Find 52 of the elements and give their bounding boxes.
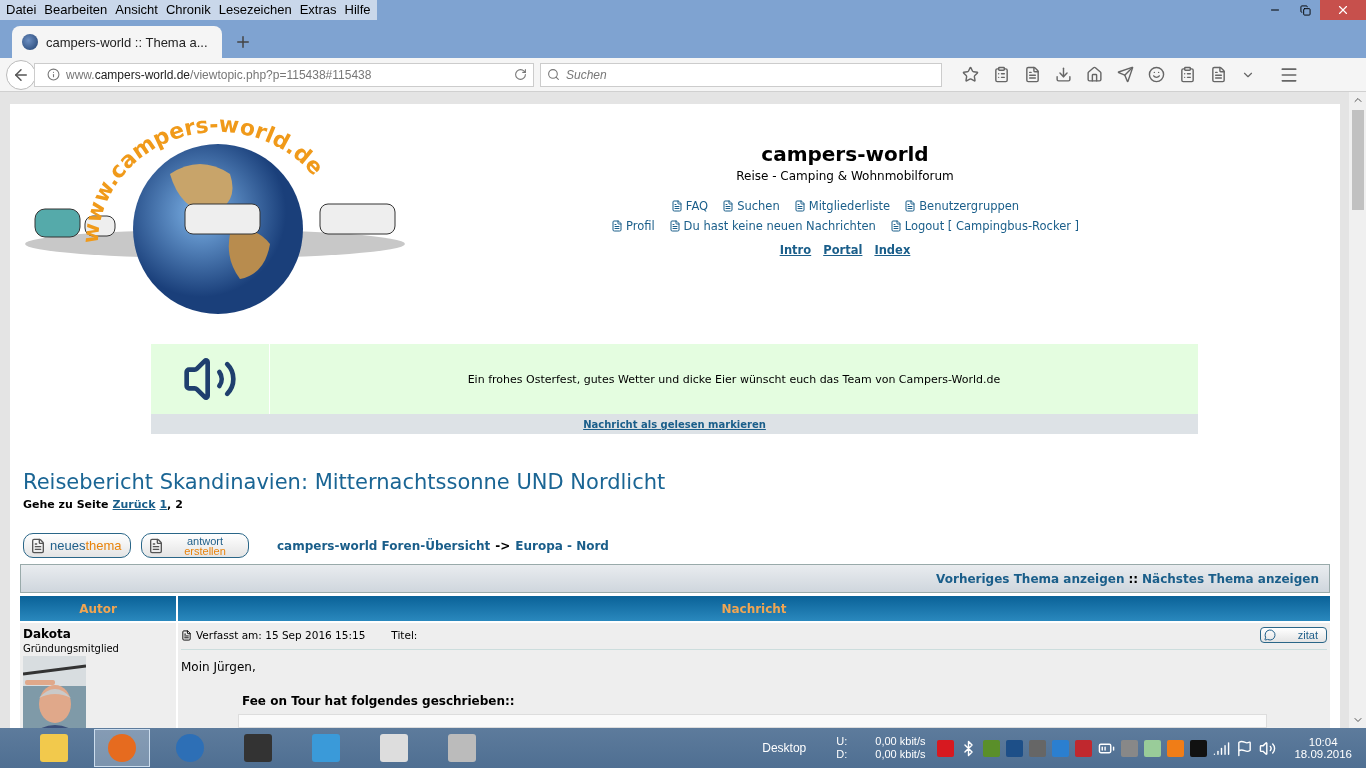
address-field[interactable]: www.campers-world.de/viewtopic.php?p=115438#115438 xyxy=(34,62,534,87)
breadcrumb-arrow: -> xyxy=(495,538,511,553)
page-separator: , xyxy=(167,498,172,511)
menu-item[interactable]: Lesezeichen xyxy=(214,0,296,20)
quote-header: Fee on Tour hat folgendes geschrieben:: xyxy=(242,694,516,708)
pagination-label: Gehe zu Seite xyxy=(23,498,109,511)
previous-topic-link[interactable]: Vorheriges Thema anzeigen xyxy=(936,571,1125,586)
menu-item[interactable]: Chronik xyxy=(161,0,215,20)
nav-link[interactable]: Suchen xyxy=(722,199,780,213)
nav-link[interactable]: Mitgliederliste xyxy=(793,199,891,213)
browser-tab[interactable]: campers-world :: Thema a... xyxy=(12,26,222,58)
new-topic-button[interactable]: neuesthema xyxy=(23,533,131,558)
site-subtitle: Reise - Camping & Wohnmobilforum xyxy=(736,169,954,183)
nav-link[interactable]: FAQ xyxy=(670,199,709,213)
menu-item[interactable]: Hilfe xyxy=(340,0,375,20)
nav-separator: :: xyxy=(1128,571,1139,586)
nav-link[interactable]: Intro xyxy=(779,243,812,257)
nav-link[interactable]: Portal xyxy=(823,243,863,257)
author-name: Dakota xyxy=(23,627,72,641)
upload-label: U: xyxy=(836,735,848,748)
reply-button[interactable]: antwort erstellen xyxy=(141,533,249,558)
topic-title[interactable]: Reisebericht Skandinavien: Mitternachtssonne UND Nordlicht xyxy=(20,470,1330,494)
author-rank: Gründungsmitglied xyxy=(23,643,120,654)
quote-button[interactable]: zitat xyxy=(1260,627,1327,643)
clock[interactable]: 10:04 18.09.2016 xyxy=(1294,736,1352,760)
menu-item[interactable]: Extras xyxy=(295,0,341,20)
desktop-toolbar-label[interactable]: Desktop xyxy=(762,741,807,755)
menu-item[interactable]: Datei xyxy=(2,0,41,20)
announcement-text: Ein frohes Osterfest, gutes Wetter und dicke Eier wünscht euch das Team von Campers-World.de xyxy=(467,372,1001,386)
download-rate: 0,00 kbit/s xyxy=(875,748,926,761)
nav-link[interactable]: Du hast keine neuen Nachrichten xyxy=(668,219,876,233)
nav-link[interactable]: Logout [ Campingbus-Rocker ] xyxy=(889,219,1080,233)
breadcrumb-link[interactable]: campers-world Foren-Übersicht xyxy=(277,538,491,553)
next-topic-link[interactable]: Nächstes Thema anzeigen xyxy=(1142,571,1319,586)
search-field[interactable]: Suchen xyxy=(540,62,942,87)
nav-link[interactable]: Index xyxy=(874,243,911,257)
site-title: campers-world xyxy=(761,142,929,166)
current-page: 2 xyxy=(175,498,183,511)
column-header: Autor xyxy=(20,596,176,621)
download-label: D: xyxy=(836,748,848,761)
back-link[interactable]: Zurück xyxy=(112,498,156,511)
post-title-label: Titel: xyxy=(391,629,418,641)
breadcrumb-link[interactable]: Europa - Nord xyxy=(515,538,609,553)
column-header: Nachricht xyxy=(178,596,1330,621)
menu-item[interactable]: Ansicht xyxy=(111,0,162,20)
mark-read-link[interactable]: Nachricht als gelesen markieren xyxy=(583,418,766,430)
post-date: Verfasst am: 15 Sep 2016 15:15 xyxy=(196,629,366,641)
nav-link[interactable]: Profil xyxy=(610,219,655,233)
upload-rate: 0,00 kbit/s xyxy=(875,735,926,748)
menu-item[interactable]: Bearbeiten xyxy=(40,0,112,20)
nav-link[interactable]: Benutzergruppen xyxy=(904,199,1020,213)
post-text: Moin Jürgen, xyxy=(181,660,257,674)
